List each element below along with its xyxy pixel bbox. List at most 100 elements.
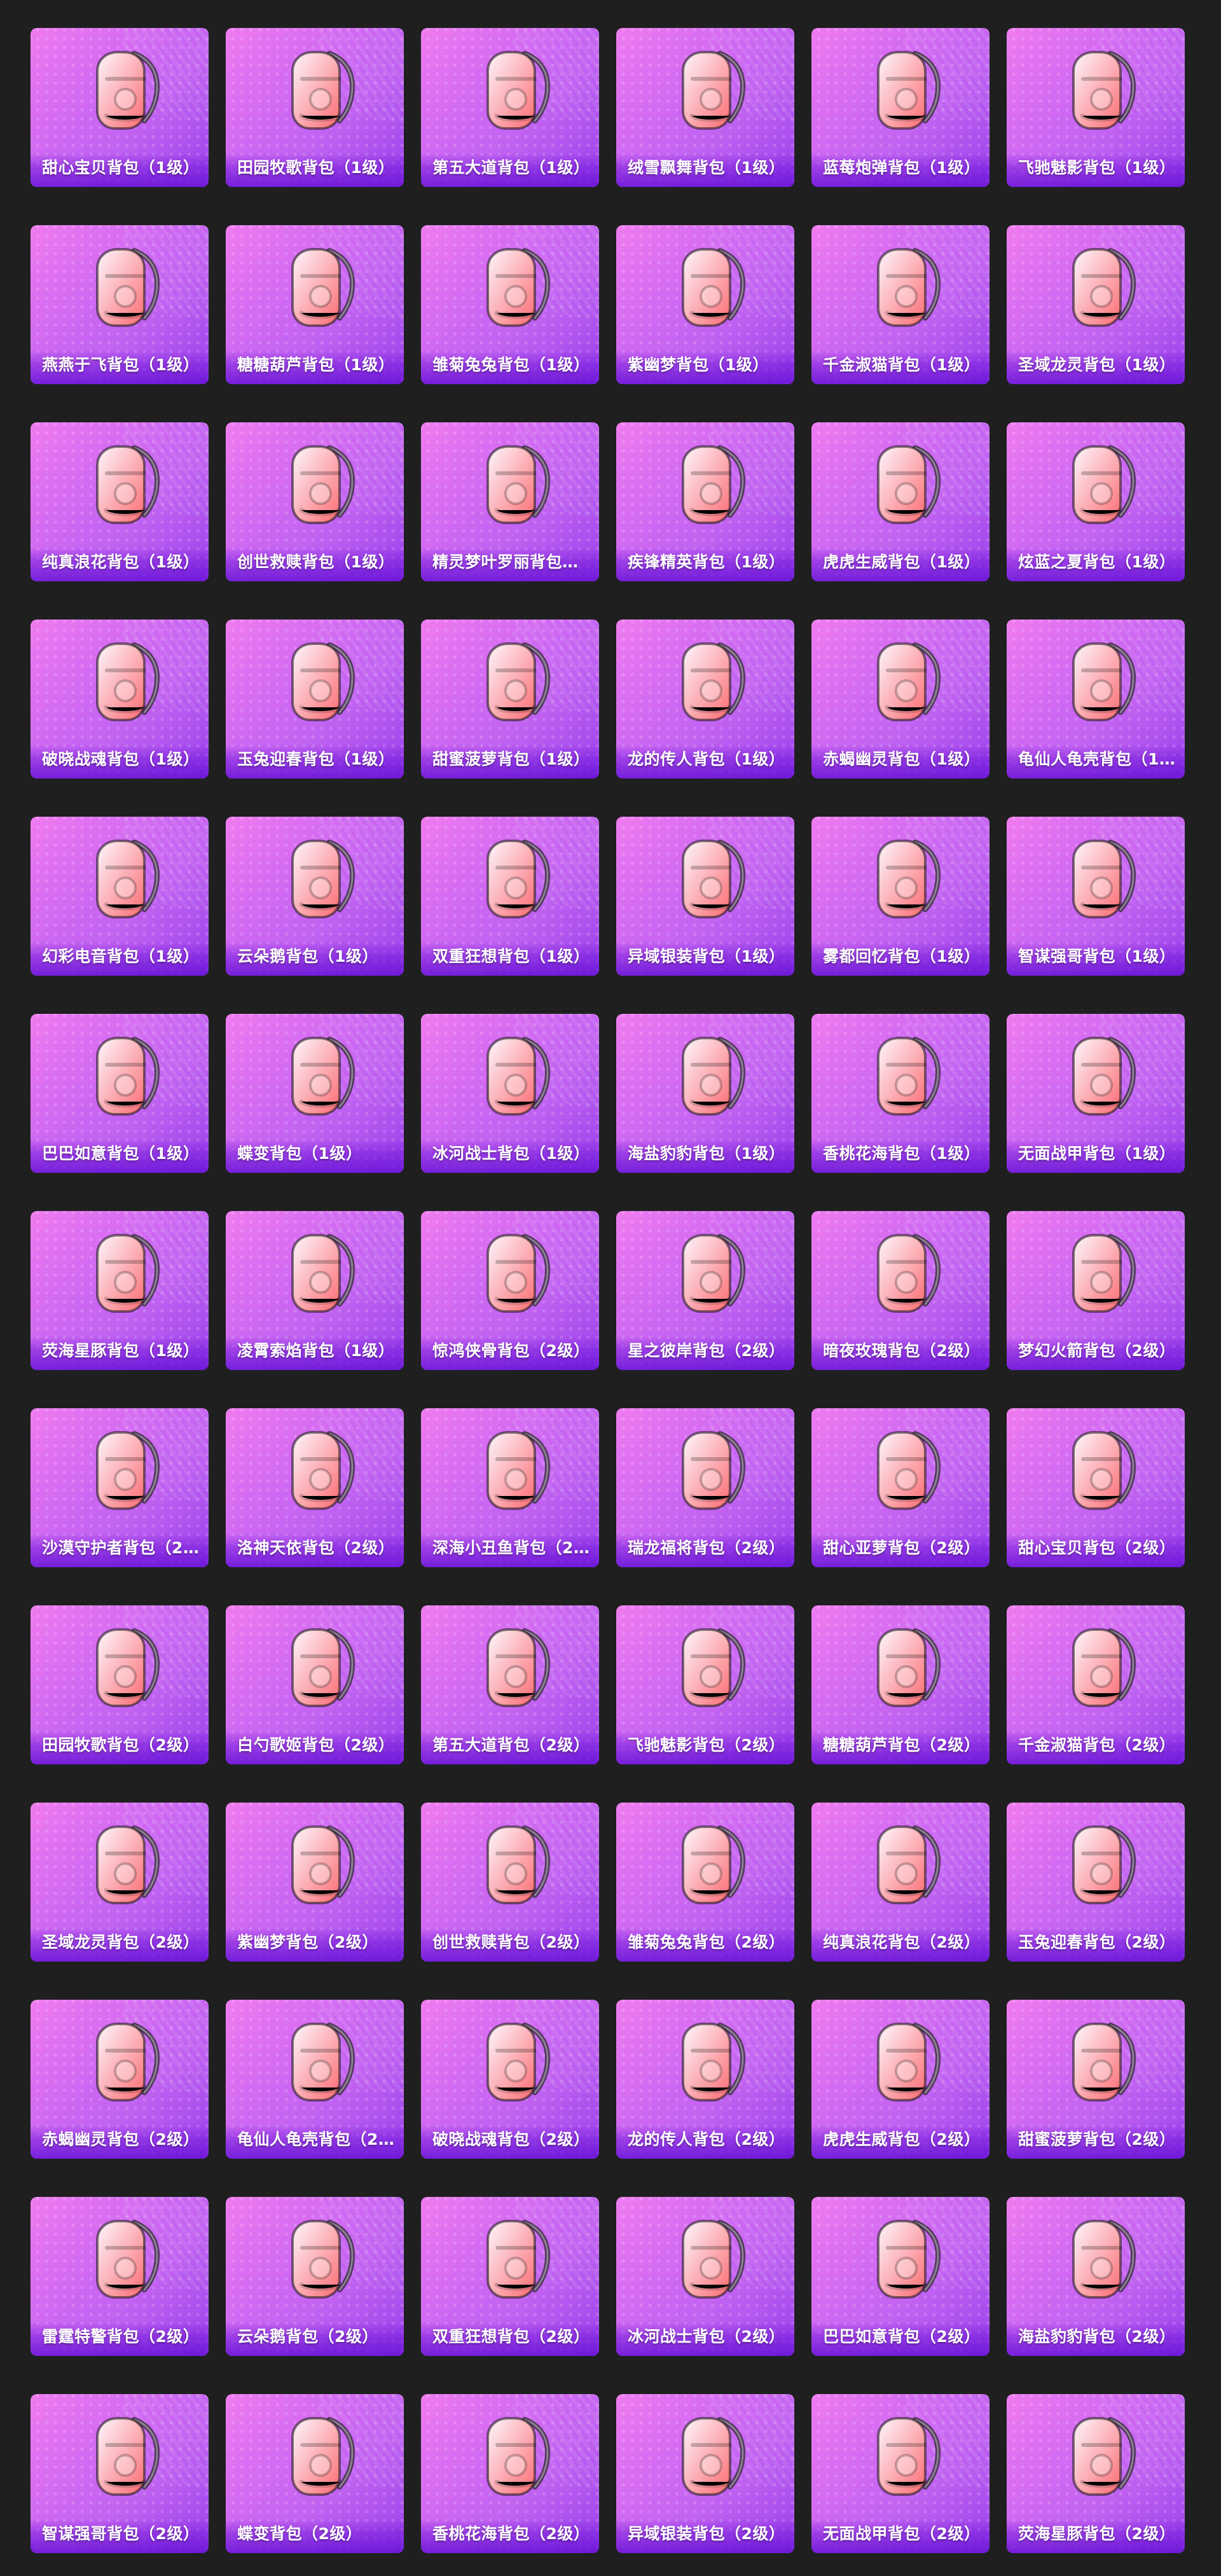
backpack-card[interactable]: 龙的传人背包（2级） bbox=[616, 2000, 794, 2159]
backpack-card[interactable]: 无面战甲背包（1级） bbox=[1007, 1014, 1185, 1173]
backpack-card[interactable]: 凌霄索焰背包（1级） bbox=[226, 1211, 404, 1370]
red-white-backpack-icon bbox=[853, 2011, 948, 2113]
backpack-card[interactable]: 第五大道背包（1级） bbox=[421, 28, 599, 187]
backpack-card[interactable]: 雾都回忆背包（1级） bbox=[811, 817, 990, 976]
backpack-name: 第五大道背包（1级） bbox=[432, 158, 590, 177]
backpack-card[interactable]: 海盐豹豹背包（1级） bbox=[616, 1014, 794, 1173]
backpack-card[interactable]: 田园牧歌背包（1级） bbox=[226, 28, 404, 187]
backpack-name: 双重狂想背包（2级） bbox=[432, 2327, 590, 2346]
backpack-card[interactable]: 荧海星豚背包（2级） bbox=[1007, 2394, 1185, 2553]
backpack-card[interactable]: 糖糖葫芦背包（2级） bbox=[811, 1605, 990, 1764]
backpack-card[interactable]: 甜蜜菠萝背包（2级） bbox=[1007, 2000, 1185, 2159]
backpack-card[interactable]: 云朵鹅背包（2级） bbox=[226, 2197, 404, 2356]
backpack-card[interactable]: 惊鸿侠骨背包（2级） bbox=[421, 1211, 599, 1370]
backpack-card[interactable]: 破晓战魂背包（2级） bbox=[421, 2000, 599, 2159]
backpack-card[interactable]: 绒雪飘舞背包（1级） bbox=[616, 28, 794, 187]
backpack-card[interactable]: 纯真浪花背包（2级） bbox=[811, 1803, 990, 1962]
backpack-card[interactable]: 千金淑猫背包（2级） bbox=[1007, 1605, 1185, 1764]
backpack-card[interactable]: 虎虎生威背包（1级） bbox=[811, 422, 990, 581]
backpack-card[interactable]: 田园牧歌背包（2级） bbox=[31, 1605, 209, 1764]
backpack-card[interactable]: 白勺歌姬背包（2级） bbox=[226, 1605, 404, 1764]
backpack-card[interactable]: 异域银装背包（2级） bbox=[616, 2394, 794, 2553]
backpack-card[interactable]: 飞驰魅影背包（2级） bbox=[616, 1605, 794, 1764]
backpack-card[interactable]: 沙漠守护者背包（2级） bbox=[31, 1408, 209, 1567]
backpack-card[interactable]: 甜心宝贝背包（1级） bbox=[31, 28, 209, 187]
backpack-card[interactable]: 蝶变背包（2级） bbox=[226, 2394, 404, 2553]
backpack-card[interactable]: 龙的传人背包（1级） bbox=[616, 620, 794, 779]
backpack-card[interactable]: 瑞龙福将背包（2级） bbox=[616, 1408, 794, 1567]
backpack-card[interactable]: 智谋强哥背包（2级） bbox=[31, 2394, 209, 2553]
backpack-card[interactable]: 巴巴如意背包（2级） bbox=[811, 2197, 990, 2356]
backpack-card[interactable]: 甜心宝贝背包（2级） bbox=[1007, 1408, 1185, 1567]
backpack-card[interactable]: 破晓战魂背包（1级） bbox=[31, 620, 209, 779]
backpack-card[interactable]: 紫幽梦背包（1级） bbox=[616, 225, 794, 384]
backpack-card[interactable]: 玉兔迎春背包（2级） bbox=[1007, 1803, 1185, 1962]
backpack-card[interactable]: 燕燕于飞背包（1级） bbox=[31, 225, 209, 384]
backpack-card[interactable]: 飞驰魅影背包（1级） bbox=[1007, 28, 1185, 187]
backpack-card[interactable]: 炫蓝之夏背包（1级） bbox=[1007, 422, 1185, 581]
backpack-card[interactable]: 龟仙人龟壳背包（2级） bbox=[226, 2000, 404, 2159]
backpack-card[interactable]: 洛神天依背包（2级） bbox=[226, 1408, 404, 1567]
backpack-card[interactable]: 蓝莓炮弹背包（1级） bbox=[811, 28, 990, 187]
silver-ornament-backpack-icon bbox=[72, 237, 167, 338]
backpack-card[interactable]: 幻彩电音背包（1级） bbox=[31, 817, 209, 976]
anubis-backpack-icon bbox=[72, 1420, 167, 1521]
backpack-card[interactable]: 云朵鹅背包（1级） bbox=[226, 817, 404, 976]
backpack-card[interactable]: 异域银装背包（1级） bbox=[616, 817, 794, 976]
backpack-card[interactable]: 圣域龙灵背包（1级） bbox=[1007, 225, 1185, 384]
clownfish-backpack-icon bbox=[462, 1420, 558, 1521]
fox-cat-backpack-icon bbox=[462, 828, 558, 930]
backpack-card[interactable]: 创世救赎背包（1级） bbox=[226, 422, 404, 581]
backpack-card[interactable]: 赤蝎幽灵背包（1级） bbox=[811, 620, 990, 779]
bubble-tea-backpack-icon bbox=[853, 1814, 948, 1916]
backpack-card[interactable]: 甜心亚萝背包（2级） bbox=[811, 1408, 990, 1567]
backpack-card[interactable]: 蝶变背包（1级） bbox=[226, 1014, 404, 1173]
backpack-card[interactable]: 海盐豹豹背包（2级） bbox=[1007, 2197, 1185, 2356]
backpack-name: 田园牧歌背包（1级） bbox=[237, 158, 395, 177]
backpack-card[interactable]: 荧海星豚背包（1级） bbox=[31, 1211, 209, 1370]
backpack-name: 雏菊兔兔背包（2级） bbox=[628, 1933, 785, 1951]
backpack-card[interactable]: 赤蝎幽灵背包（2级） bbox=[31, 2000, 209, 2159]
basket-backpack-icon bbox=[267, 39, 362, 141]
backpack-card[interactable]: 星之彼岸背包（2级） bbox=[616, 1211, 794, 1370]
bunny-plush-backpack-icon bbox=[658, 39, 753, 141]
backpack-card[interactable]: 雷霆特警背包（2级） bbox=[31, 2197, 209, 2356]
seal-white-backpack-icon bbox=[1048, 2208, 1143, 2310]
backpack-name: 雷霆特警背包（2级） bbox=[42, 2327, 200, 2346]
backpack-card[interactable]: 虎虎生威背包（2级） bbox=[811, 2000, 990, 2159]
black-tech-backpack-icon bbox=[462, 1222, 558, 1324]
backpack-card[interactable]: 雏菊兔兔背包（1级） bbox=[421, 225, 599, 384]
backpack-card[interactable]: 紫幽梦背包（2级） bbox=[226, 1803, 404, 1962]
backpack-card[interactable]: 甜蜜菠萝背包（1级） bbox=[421, 620, 599, 779]
backpack-card[interactable]: 深海小丑鱼背包（2级） bbox=[421, 1408, 599, 1567]
backpack-card[interactable]: 双重狂想背包（2级） bbox=[421, 2197, 599, 2356]
backpack-card[interactable]: 圣域龙灵背包（2级） bbox=[31, 1803, 209, 1962]
backpack-card[interactable]: 精灵梦叶罗丽背包（1级） bbox=[421, 422, 599, 581]
bronze-dragon-backpack-icon bbox=[658, 1420, 753, 1521]
backpack-card[interactable]: 梦幻火箭背包（2级） bbox=[1007, 1211, 1185, 1370]
backpack-card[interactable]: 暗夜玫瑰背包（2级） bbox=[811, 1211, 990, 1370]
backpack-card[interactable]: 双重狂想背包（1级） bbox=[421, 817, 599, 976]
backpack-card[interactable]: 冰河战士背包（1级） bbox=[421, 1014, 599, 1173]
pink-mini-backpack-icon bbox=[462, 1617, 558, 1719]
backpack-card[interactable]: 雏菊兔兔背包（2级） bbox=[616, 1803, 794, 1962]
backpack-name: 智谋强哥背包（2级） bbox=[42, 2524, 200, 2543]
backpack-card[interactable]: 千金淑猫背包（1级） bbox=[811, 225, 990, 384]
backpack-card[interactable]: 纯真浪花背包（1级） bbox=[31, 422, 209, 581]
backpack-card[interactable]: 冰河战士背包（2级） bbox=[616, 2197, 794, 2356]
backpack-card[interactable]: 巴巴如意背包（1级） bbox=[31, 1014, 209, 1173]
backpack-name: 糖糖葫芦背包（1级） bbox=[237, 356, 395, 374]
backpack-name: 深海小丑鱼背包（2级） bbox=[432, 1539, 591, 1557]
backpack-card[interactable]: 创世救赎背包（2级） bbox=[421, 1803, 599, 1962]
backpack-card[interactable]: 香桃花海背包（2级） bbox=[421, 2394, 599, 2553]
backpack-card[interactable]: 无面战甲背包（2级） bbox=[811, 2394, 990, 2553]
backpack-card[interactable]: 第五大道背包（2级） bbox=[421, 1605, 599, 1764]
backpack-card[interactable]: 龟仙人龟壳背包（1级） bbox=[1007, 620, 1185, 779]
backpack-card[interactable]: 糖糖葫芦背包（1级） bbox=[226, 225, 404, 384]
blue-camo-backpack-icon bbox=[658, 2208, 753, 2310]
backpack-card[interactable]: 香桃花海背包（1级） bbox=[811, 1014, 990, 1173]
backpack-card[interactable]: 疾锋精英背包（1级） bbox=[616, 422, 794, 581]
black-armor-backpack-icon bbox=[1048, 1025, 1143, 1127]
backpack-card[interactable]: 智谋强哥背包（1级） bbox=[1007, 817, 1185, 976]
backpack-card[interactable]: 玉兔迎春背包（1级） bbox=[226, 620, 404, 779]
